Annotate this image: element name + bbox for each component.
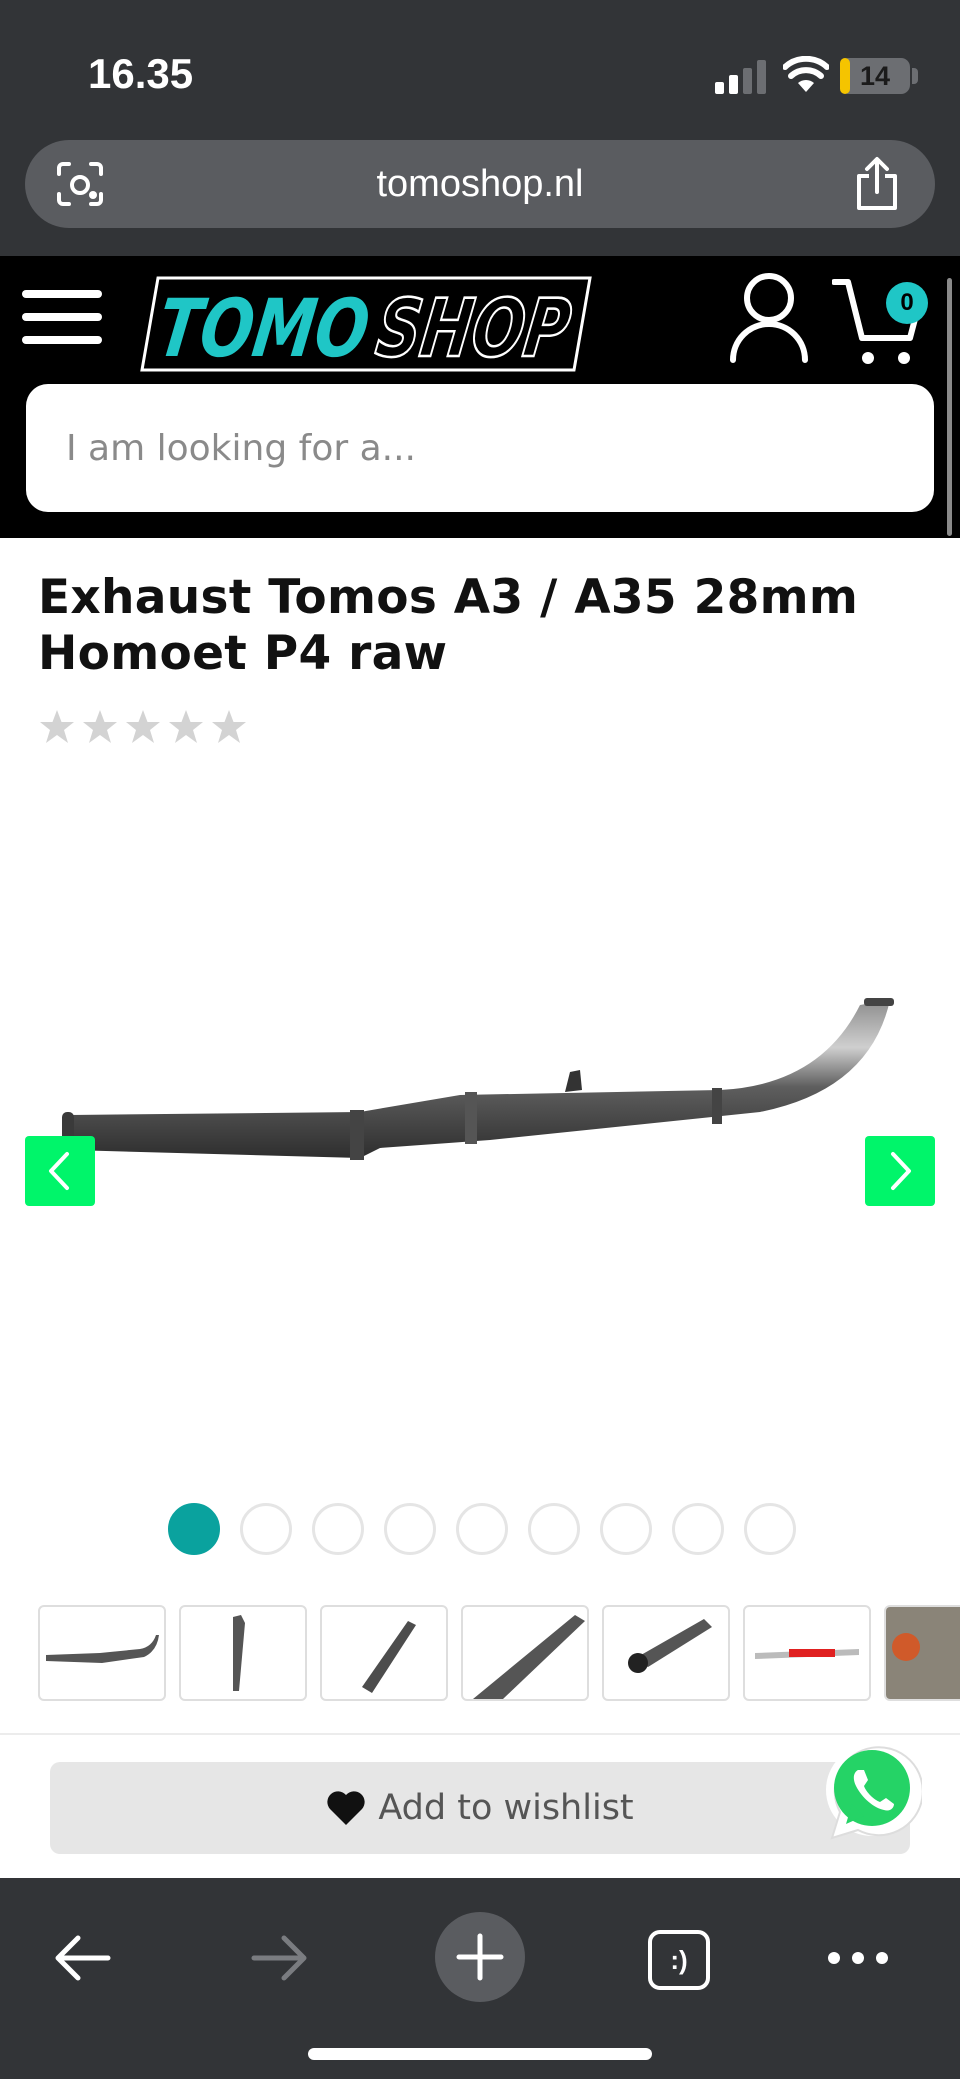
product-image[interactable]: [60, 980, 920, 1180]
star-icon: [169, 710, 203, 743]
browser-address-area: tomoshop.nl: [0, 140, 960, 256]
thumbnail[interactable]: [743, 1605, 871, 1701]
pagination-dot[interactable]: [240, 1503, 292, 1555]
heart-icon: [327, 1791, 365, 1825]
add-to-wishlist-button[interactable]: Add to wishlist: [50, 1762, 910, 1854]
plus-icon: [456, 1933, 504, 1981]
browser-toolbar: :): [0, 1878, 960, 2079]
thumbnail-strip[interactable]: [38, 1605, 960, 1701]
previous-image-button[interactable]: [25, 1136, 95, 1206]
product-rating[interactable]: [38, 708, 253, 758]
page-scrollbar[interactable]: [947, 278, 952, 536]
home-indicator: [308, 2048, 652, 2060]
thumbnail[interactable]: [179, 1605, 307, 1701]
account-icon[interactable]: [728, 268, 810, 364]
pagination-dot[interactable]: [312, 1503, 364, 1555]
url-text[interactable]: tomoshop.nl: [25, 140, 935, 228]
star-icon: [83, 710, 117, 743]
forward-arrow-icon[interactable]: [248, 1928, 312, 1988]
whatsapp-icon[interactable]: [818, 1738, 922, 1844]
chevron-right-icon: [891, 1152, 911, 1190]
logo-image: TOMO SHOP: [140, 276, 592, 376]
thumbnail[interactable]: [461, 1605, 589, 1701]
pagination-dot[interactable]: [168, 1503, 220, 1555]
address-bar[interactable]: tomoshop.nl: [25, 140, 935, 228]
pagination-dot[interactable]: [384, 1503, 436, 1555]
search-input[interactable]: [66, 384, 906, 512]
tabs-label: :): [670, 1945, 688, 1975]
battery-tip: [912, 68, 918, 84]
pagination-dot[interactable]: [456, 1503, 508, 1555]
logo-text-shop: SHOP: [371, 281, 576, 372]
thumbnail[interactable]: [884, 1605, 960, 1701]
cellular-signal-icon: [715, 60, 766, 94]
star-icon: [126, 710, 160, 743]
menu-icon[interactable]: [22, 286, 102, 348]
divider: [0, 1733, 960, 1735]
status-bar: 16.35 14: [0, 0, 960, 140]
star-icon: [40, 710, 74, 743]
site-header: TOMO SHOP 0: [0, 256, 960, 538]
battery-icon: 14: [840, 58, 910, 94]
pagination-dot[interactable]: [600, 1503, 652, 1555]
search-bar[interactable]: [26, 384, 934, 512]
cart-count-badge[interactable]: 0: [886, 282, 928, 324]
pagination-dot[interactable]: [744, 1503, 796, 1555]
thumbnail[interactable]: [602, 1605, 730, 1701]
tabs-button[interactable]: :): [648, 1930, 710, 1990]
more-icon[interactable]: [826, 1940, 890, 1976]
product-title: Exhaust Tomos A3 / A35 28mm Homoet P4 ra…: [38, 570, 859, 681]
chevron-left-icon: [49, 1152, 69, 1190]
star-icon: [212, 710, 246, 743]
battery-level: 14: [859, 61, 891, 91]
share-icon[interactable]: [851, 156, 903, 212]
wifi-icon: [783, 56, 829, 92]
next-image-button[interactable]: [865, 1136, 935, 1206]
back-arrow-icon[interactable]: [50, 1928, 114, 1988]
new-tab-button[interactable]: [435, 1912, 525, 2002]
thumbnail[interactable]: [38, 1605, 166, 1701]
tomoshop-logo[interactable]: TOMO SHOP: [140, 276, 592, 376]
wishlist-label: Add to wishlist: [378, 1788, 634, 1828]
pagination-dot[interactable]: [672, 1503, 724, 1555]
logo-text-tomo: TOMO: [152, 281, 375, 372]
status-time: 16.35: [88, 50, 194, 97]
pagination-dot[interactable]: [528, 1503, 580, 1555]
thumbnail[interactable]: [320, 1605, 448, 1701]
